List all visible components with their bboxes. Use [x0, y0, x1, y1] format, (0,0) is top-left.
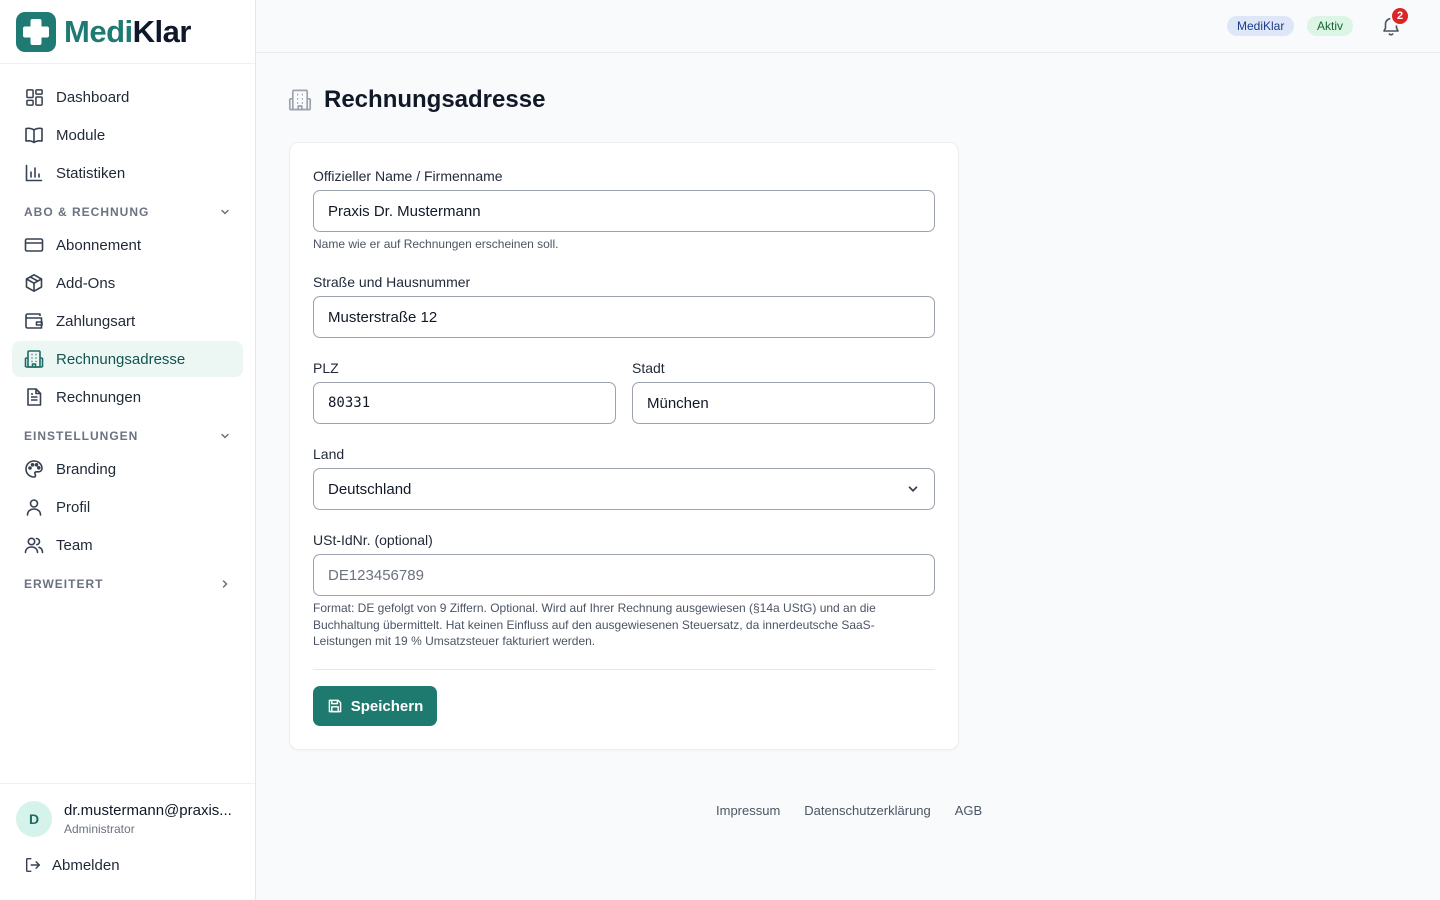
logout-icon [24, 856, 42, 874]
save-button[interactable]: Speichern [313, 686, 437, 726]
section-abo-rechnung[interactable]: ABO & RECHNUNG [24, 202, 232, 222]
name-label: Offizieller Name / Firmenname [313, 168, 503, 184]
logout-button[interactable]: Abmelden [24, 856, 120, 874]
name-hint: Name wie er auf Rechnungen erscheinen so… [313, 237, 559, 251]
user-panel: D dr.mustermann@praxis... Administrator … [0, 783, 255, 900]
section-erweitert[interactable]: ERWEITERT [24, 574, 232, 594]
user-role: Administrator [64, 822, 135, 836]
brand-name: MediKlar [64, 13, 191, 49]
vat-input[interactable] [313, 554, 935, 596]
country-label: Land [313, 446, 345, 462]
book-icon [24, 125, 44, 145]
topbar: MediKlar Aktiv 2 [256, 0, 1440, 53]
building-icon [24, 349, 44, 369]
footer-link-agb[interactable]: AGB [955, 803, 982, 818]
logo[interactable]: MediKlar [0, 0, 255, 64]
vat-hint: Format: DE gefolgt von 9 Ziffern. Option… [313, 601, 876, 648]
chevron-right-icon [218, 577, 232, 591]
billing-address-form: Offizieller Name / Firmenname Name wie e… [289, 142, 959, 750]
sidebar-item-team[interactable]: Team [12, 527, 243, 563]
medical-cross-icon [16, 11, 56, 52]
user-email: dr.mustermann@praxis... [64, 802, 232, 819]
sidebar-item-branding[interactable]: Branding [12, 451, 243, 487]
section-einstellungen[interactable]: EINSTELLUNGEN [24, 426, 232, 446]
status-badge: Aktiv [1307, 16, 1354, 36]
palette-icon [24, 459, 44, 479]
page-title: Rechnungsadresse [324, 86, 546, 113]
save-icon [327, 698, 343, 714]
sidebar-item-rechnungen[interactable]: Rechnungen [12, 379, 243, 415]
notification-count-badge: 2 [1390, 6, 1410, 26]
sidebar-item-dashboard[interactable]: Dashboard [12, 79, 243, 115]
chevron-down-icon [218, 205, 232, 219]
bar-chart-icon [24, 163, 44, 183]
sidebar-item-module[interactable]: Module [12, 117, 243, 153]
footer-link-impressum[interactable]: Impressum [716, 803, 780, 818]
country-select[interactable]: Deutschland [313, 468, 935, 510]
divider [313, 669, 935, 670]
wallet-icon [24, 311, 44, 331]
sidebar-item-zahlungsart[interactable]: Zahlungsart [12, 303, 243, 339]
zip-label: PLZ [313, 360, 339, 376]
dashboard-icon [24, 87, 44, 107]
building-icon [288, 88, 312, 112]
user-icon [24, 497, 44, 517]
street-label: Straße und Hausnummer [313, 274, 471, 290]
users-icon [24, 535, 44, 555]
city-input[interactable] [632, 382, 935, 424]
chevron-down-icon [906, 482, 920, 496]
sidebar-item-rechnungsadresse[interactable]: Rechnungsadresse [12, 341, 243, 377]
street-input[interactable] [313, 296, 935, 338]
chevron-down-icon [218, 429, 232, 443]
company-name-input[interactable] [313, 190, 935, 232]
sidebar-item-profil[interactable]: Profil [12, 489, 243, 525]
brand-badge: MediKlar [1227, 16, 1295, 36]
sidebar: MediKlar Dashboard Module Statistiken AB… [0, 0, 256, 900]
document-icon [24, 387, 44, 407]
credit-card-icon [24, 235, 44, 255]
footer-link-datenschutz[interactable]: Datenschutzerklärung [804, 803, 930, 818]
avatar[interactable]: D [16, 801, 52, 837]
vat-label: USt-IdNr. (optional) [313, 532, 433, 548]
sidebar-item-add-ons[interactable]: Add-Ons [12, 265, 243, 301]
sidebar-item-abonnement[interactable]: Abonnement [12, 227, 243, 263]
package-icon [24, 273, 44, 293]
footer: Impressum Datenschutzerklärung AGB [716, 803, 982, 818]
sidebar-item-statistiken[interactable]: Statistiken [12, 155, 243, 191]
city-label: Stadt [632, 360, 665, 376]
zip-input[interactable] [313, 382, 616, 424]
page-header: Rechnungsadresse [288, 86, 545, 114]
